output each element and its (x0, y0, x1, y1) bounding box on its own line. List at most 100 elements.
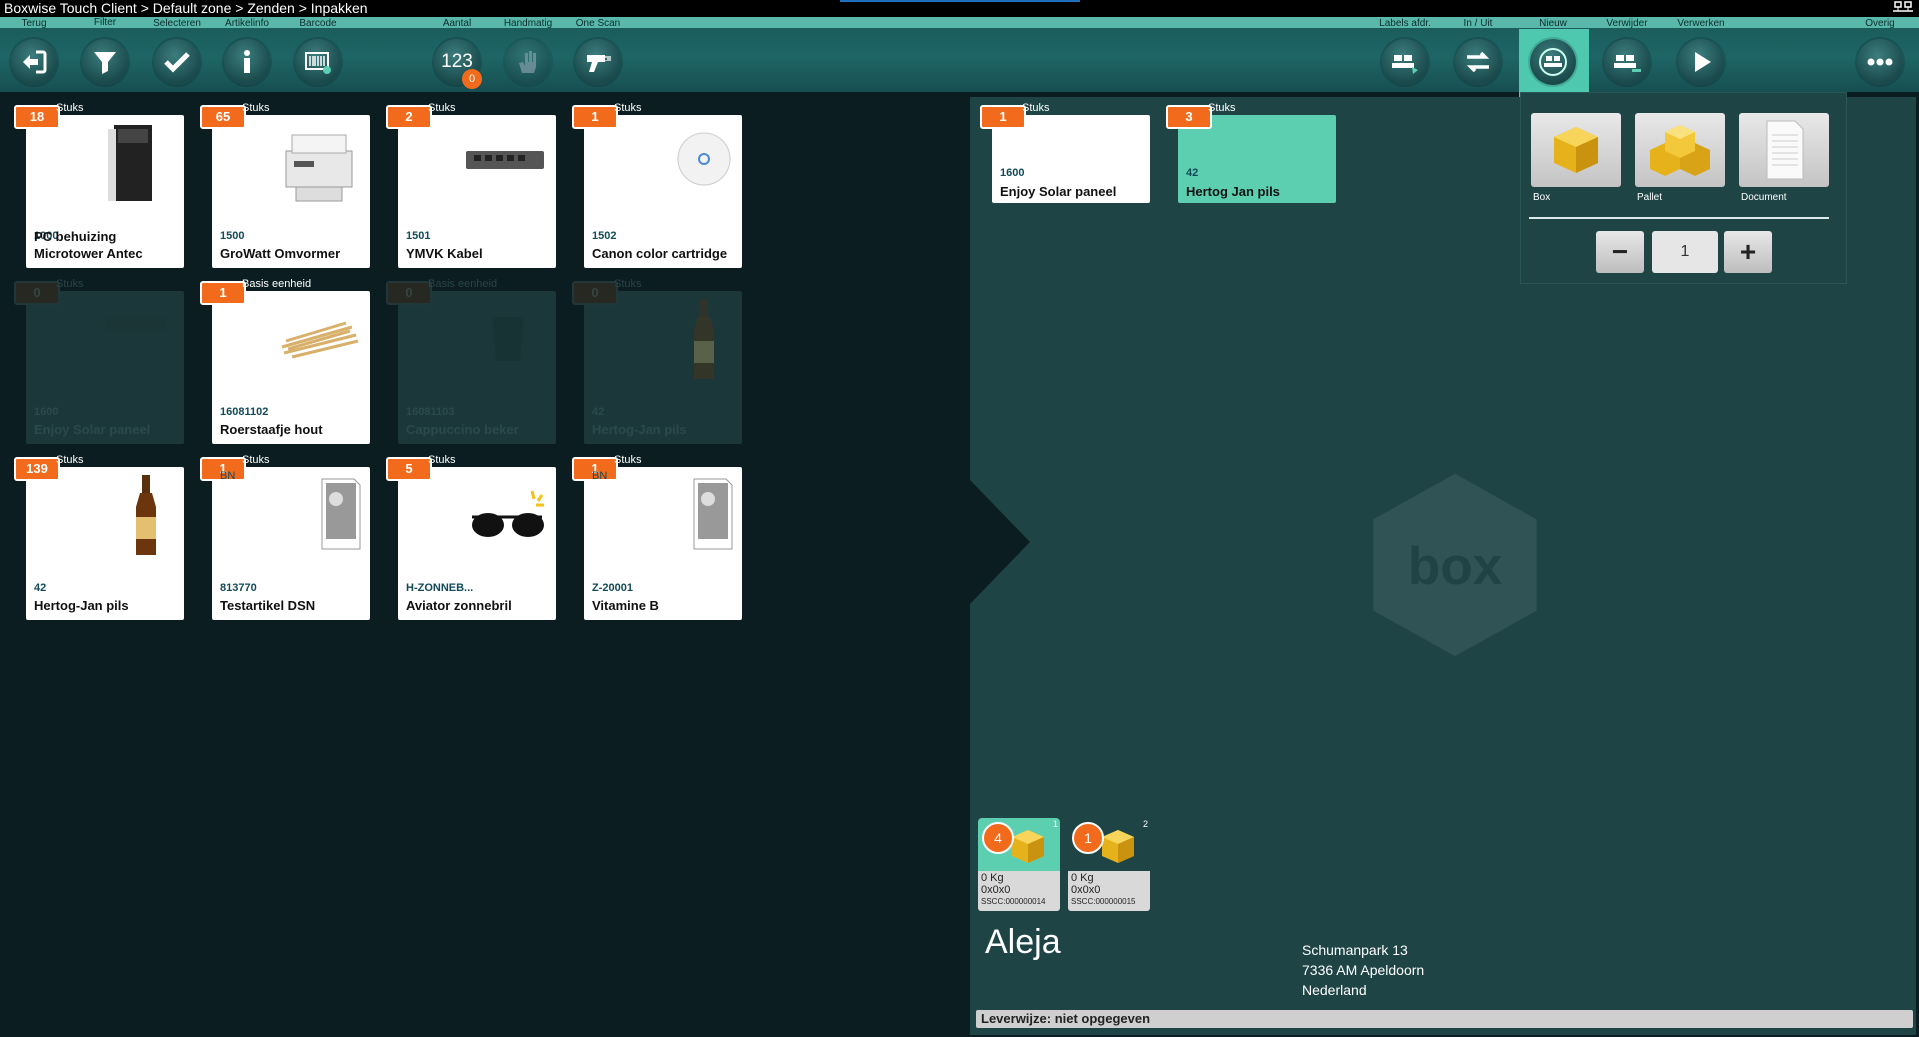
article-quantity-badge: 139 (14, 457, 60, 481)
print-label-icon (1392, 55, 1418, 74)
article-card[interactable]: 1 Stuks BN Z-20001 Vitamine B (572, 454, 742, 620)
address-city: 7336 AM Apeldoorn (1302, 962, 1425, 978)
article-quantity-badge: 0 (14, 281, 60, 305)
one-scan-button[interactable] (575, 39, 621, 85)
package-item-count: 1 (1072, 822, 1104, 854)
new-box-option[interactable] (1531, 113, 1621, 187)
content-quantity-badge: 3 (1166, 105, 1212, 129)
article-name: PC behuizing Microtower Antec (34, 229, 143, 261)
handmatig-button[interactable] (505, 39, 551, 85)
address-street: Schumanpark 13 (1302, 942, 1408, 958)
one-scan-label: One Scan (575, 18, 621, 29)
article-name: Roerstaafje hout (220, 422, 323, 437)
filter-button[interactable] (82, 39, 128, 85)
content-unit: Stuks (1208, 102, 1236, 114)
content-quantity-badge: 1 (980, 105, 1026, 129)
barcode-button[interactable] (295, 39, 341, 85)
aantal-button[interactable]: 123 0 (434, 39, 482, 89)
article-unit: Stuks (614, 102, 642, 114)
content-code: 42 (1186, 167, 1199, 179)
decrement-button[interactable]: − (1596, 231, 1644, 273)
in-uit-button[interactable] (1455, 39, 1501, 85)
artikelinfo-button[interactable] (224, 39, 270, 85)
article-card[interactable]: 1 Stuks BN 813770 Testartikel DSN (200, 454, 370, 620)
pallet-option-label: Pallet (1637, 192, 1663, 203)
selecteren-label: Selecteren (153, 18, 201, 29)
article-quantity-badge: 0 (386, 281, 432, 305)
box-icon (1554, 127, 1598, 173)
network-icon (1893, 1, 1913, 12)
title-bar: Boxwise Touch Client > Default zone > Ze… (0, 0, 1919, 17)
article-unit: Stuks (242, 102, 270, 114)
overig-button[interactable] (1857, 39, 1903, 85)
article-quantity-badge: 1 (200, 281, 246, 305)
access-point-icon (677, 132, 731, 186)
nieuw-button[interactable] (1530, 39, 1576, 85)
remove-pallet-icon (1614, 55, 1641, 72)
article-unit: Basis eenheid (428, 278, 498, 290)
package-tile-header: 12 (1068, 818, 1150, 871)
package-item-count: 4 (982, 822, 1014, 854)
content-code: 1600 (1000, 167, 1025, 179)
article-card[interactable]: 18 Stuks 1000 PC behuizing Microtower Antec (14, 102, 184, 268)
new-pallet-option[interactable] (1635, 113, 1725, 187)
article-name: Vitamine B (592, 598, 659, 613)
nieuw-label: Nieuw (1539, 18, 1567, 29)
barcode-icon (305, 52, 331, 74)
package-tile[interactable]: 410 Kg 0x0x0 SSCC:000000014 (978, 818, 1060, 911)
delivery-method[interactable]: Leverwijze: niet opgegeven (976, 1010, 1913, 1028)
article-card[interactable]: 139 Stuks 42 Hertog-Jan pils (14, 454, 184, 620)
stirrers-icon (281, 321, 359, 359)
increment-button[interactable]: + (1724, 231, 1772, 273)
article-name: Hertog-Jan pils (34, 598, 129, 613)
box-option-label: Box (1533, 192, 1551, 203)
verwijder-label: Verwijder (1606, 18, 1648, 29)
verwerken-button[interactable] (1678, 39, 1724, 85)
article-code: 16081103 (406, 406, 455, 418)
article-code: 813770 (220, 582, 257, 594)
window-title: Boxwise Touch Client > Default zone > Ze… (4, 0, 368, 16)
article-code: 42 (34, 582, 47, 594)
article-unit: Stuks (614, 278, 642, 290)
article-code: 1500 (220, 230, 245, 242)
back-arrow-icon (23, 50, 47, 74)
article-code: 1600 (34, 406, 59, 418)
article-top-code: BN (592, 470, 608, 482)
article-card[interactable]: 5 Stuks H-ZONNEB... Aviator zonnebril (386, 454, 556, 620)
article-code: H-ZONNEB... (406, 582, 474, 594)
package-content-card[interactable]: 1 Stuks 1600 Enjoy Solar paneel (980, 102, 1150, 203)
article-card[interactable]: 2 Stuks 1501 YMVK Kabel (386, 102, 556, 268)
beer-bottle-icon (136, 475, 156, 555)
package-tile-header: 41 (978, 818, 1060, 871)
article-quantity-badge: 65 (200, 105, 246, 129)
article-code: 42 (592, 406, 605, 418)
article-name: Cappuccino beker (406, 422, 519, 437)
article-card: 0 Stuks 42 Hertog-Jan pils (572, 278, 742, 444)
package-weight: 0 Kg (1071, 872, 1094, 884)
new-document-option[interactable] (1739, 113, 1829, 187)
labels-afdr-button[interactable] (1382, 39, 1428, 85)
minus-icon: − (1611, 236, 1629, 267)
hand-icon (519, 51, 536, 73)
box-logo-watermark: box (1373, 473, 1537, 657)
article-code: 1501 (406, 230, 431, 242)
verwijder-button[interactable] (1604, 39, 1650, 85)
article-card[interactable]: 1 Basis eenheid 16081102 Roerstaafje hout (200, 278, 370, 444)
terug-button[interactable] (11, 39, 57, 85)
terug-label: Terug (21, 18, 47, 29)
selecteren-button[interactable] (154, 39, 200, 85)
title-accent (840, 0, 1080, 2)
quantity-stepper-value[interactable]: 1 (1652, 231, 1718, 273)
article-unit: Stuks (428, 102, 456, 114)
no-image-icon (321, 478, 361, 550)
play-icon (1695, 52, 1711, 72)
article-card[interactable]: 1 Stuks 1502 Canon color cartridge (572, 102, 742, 268)
package-content-card[interactable]: 3 Stuks 42 Hertog Jan pils (1166, 102, 1336, 203)
cup-icon (492, 317, 524, 361)
article-unit: Stuks (56, 454, 84, 466)
package-index: 2 (1142, 819, 1148, 829)
content-name: Enjoy Solar paneel (1000, 184, 1117, 199)
address-country: Nederland (1302, 982, 1367, 998)
package-tile[interactable]: 120 Kg 0x0x0 SSCC:000000015 (1068, 818, 1150, 911)
article-card[interactable]: 65 Stuks 1500 GroWatt Omvormer (200, 102, 370, 268)
